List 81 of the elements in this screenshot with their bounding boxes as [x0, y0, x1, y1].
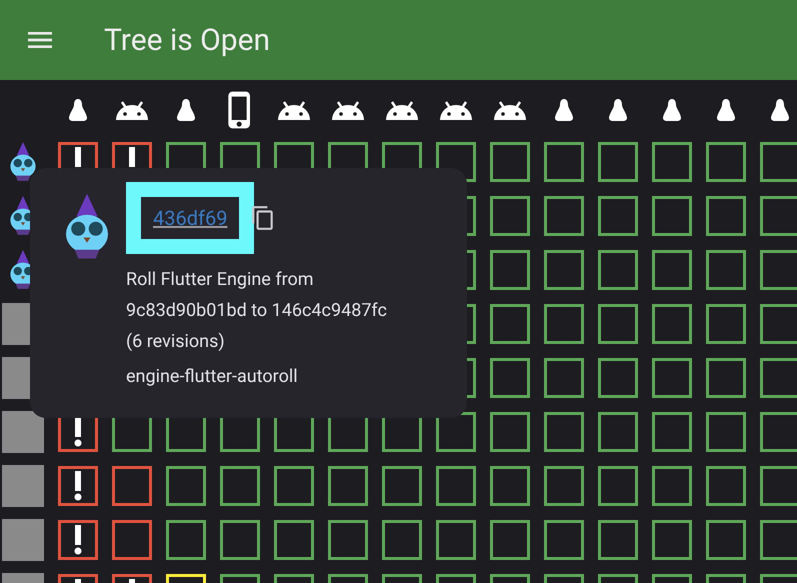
task-cell[interactable]: [112, 520, 152, 560]
task-cell[interactable]: [544, 196, 584, 236]
task-cell[interactable]: [544, 250, 584, 290]
task-cell[interactable]: [490, 250, 530, 290]
task-cell[interactable]: [490, 520, 530, 560]
task-cell[interactable]: [760, 412, 797, 452]
task-cell[interactable]: [220, 520, 260, 560]
task-cell[interactable]: [598, 142, 638, 182]
task-cell[interactable]: [544, 142, 584, 182]
task-cell[interactable]: [382, 520, 422, 560]
task-cell[interactable]: [598, 466, 638, 506]
task-cell[interactable]: [490, 142, 530, 182]
task-cell[interactable]: [652, 412, 692, 452]
task-cell[interactable]: [544, 412, 584, 452]
task-cell[interactable]: [220, 466, 260, 506]
task-cell[interactable]: [760, 142, 797, 182]
commit-message: Roll Flutter Engine from 9c83d90b01bd to 146c4c9487fc (6 revisions): [126, 268, 388, 354]
task-cell[interactable]: [760, 196, 797, 236]
task-cell[interactable]: [598, 358, 638, 398]
task-cell[interactable]: [706, 412, 746, 452]
exclamation-icon: [74, 525, 82, 555]
task-cell[interactable]: [490, 196, 530, 236]
task-cell[interactable]: [544, 520, 584, 560]
task-cell[interactable]: [760, 358, 797, 398]
task-cell[interactable]: [382, 466, 422, 506]
task-cell[interactable]: [436, 520, 476, 560]
penguin-icon: [67, 98, 89, 122]
task-cell[interactable]: [490, 466, 530, 506]
task-cell[interactable]: [706, 142, 746, 182]
task-cell[interactable]: [652, 466, 692, 506]
task-cell[interactable]: [544, 466, 584, 506]
task-cell[interactable]: [652, 196, 692, 236]
task-cell[interactable]: [436, 466, 476, 506]
commit-link[interactable]: 436df69: [141, 197, 240, 239]
task-cell[interactable]: [328, 520, 368, 560]
task-cell[interactable]: [706, 304, 746, 344]
task-cell[interactable]: [652, 142, 692, 182]
task-cell[interactable]: [58, 466, 98, 506]
task-cell[interactable]: [490, 358, 530, 398]
commit-author: engine-flutter-autoroll: [126, 365, 299, 389]
task-cell[interactable]: [706, 358, 746, 398]
task-cell[interactable]: [544, 304, 584, 344]
penguin-icon: [715, 98, 737, 122]
task-cell[interactable]: [490, 412, 530, 452]
penguin-icon: [769, 98, 791, 122]
task-cell[interactable]: [112, 466, 152, 506]
task-cell[interactable]: [760, 250, 797, 290]
task-cell[interactable]: [652, 520, 692, 560]
task-cell[interactable]: [598, 196, 638, 236]
task-cell[interactable]: [598, 520, 638, 560]
task-cell[interactable]: [652, 358, 692, 398]
task-cell[interactable]: [652, 250, 692, 290]
task-cell[interactable]: [490, 304, 530, 344]
task-cell[interactable]: [328, 466, 368, 506]
exclamation-icon: [74, 471, 82, 501]
task-cell[interactable]: [706, 466, 746, 506]
task-cell[interactable]: [706, 196, 746, 236]
task-cell[interactable]: [760, 520, 797, 560]
task-cell[interactable]: [760, 304, 797, 344]
task-cell[interactable]: [652, 304, 692, 344]
app-title: Tree is Open: [104, 22, 270, 60]
avatar-photo-placeholder: [2, 411, 44, 453]
task-cell[interactable]: [760, 466, 797, 506]
avatar-photo-placeholder: [2, 465, 44, 507]
task-cell[interactable]: [706, 250, 746, 290]
task-cell[interactable]: [598, 304, 638, 344]
task-cell[interactable]: [706, 520, 746, 560]
task-cell[interactable]: [598, 412, 638, 452]
task-cell[interactable]: [544, 358, 584, 398]
task-cell[interactable]: [58, 520, 98, 560]
task-cell[interactable]: [598, 250, 638, 290]
exclamation-icon: [74, 417, 82, 447]
task-cell[interactable]: [166, 520, 206, 560]
avatar-photo-placeholder: [2, 519, 44, 561]
task-cell[interactable]: [274, 466, 314, 506]
task-cell[interactable]: [166, 466, 206, 506]
penguin-icon: [553, 98, 575, 122]
penguin-icon: [175, 98, 197, 122]
penguin-icon: [661, 98, 683, 122]
penguin-icon: [607, 98, 629, 122]
task-cell[interactable]: [274, 520, 314, 560]
